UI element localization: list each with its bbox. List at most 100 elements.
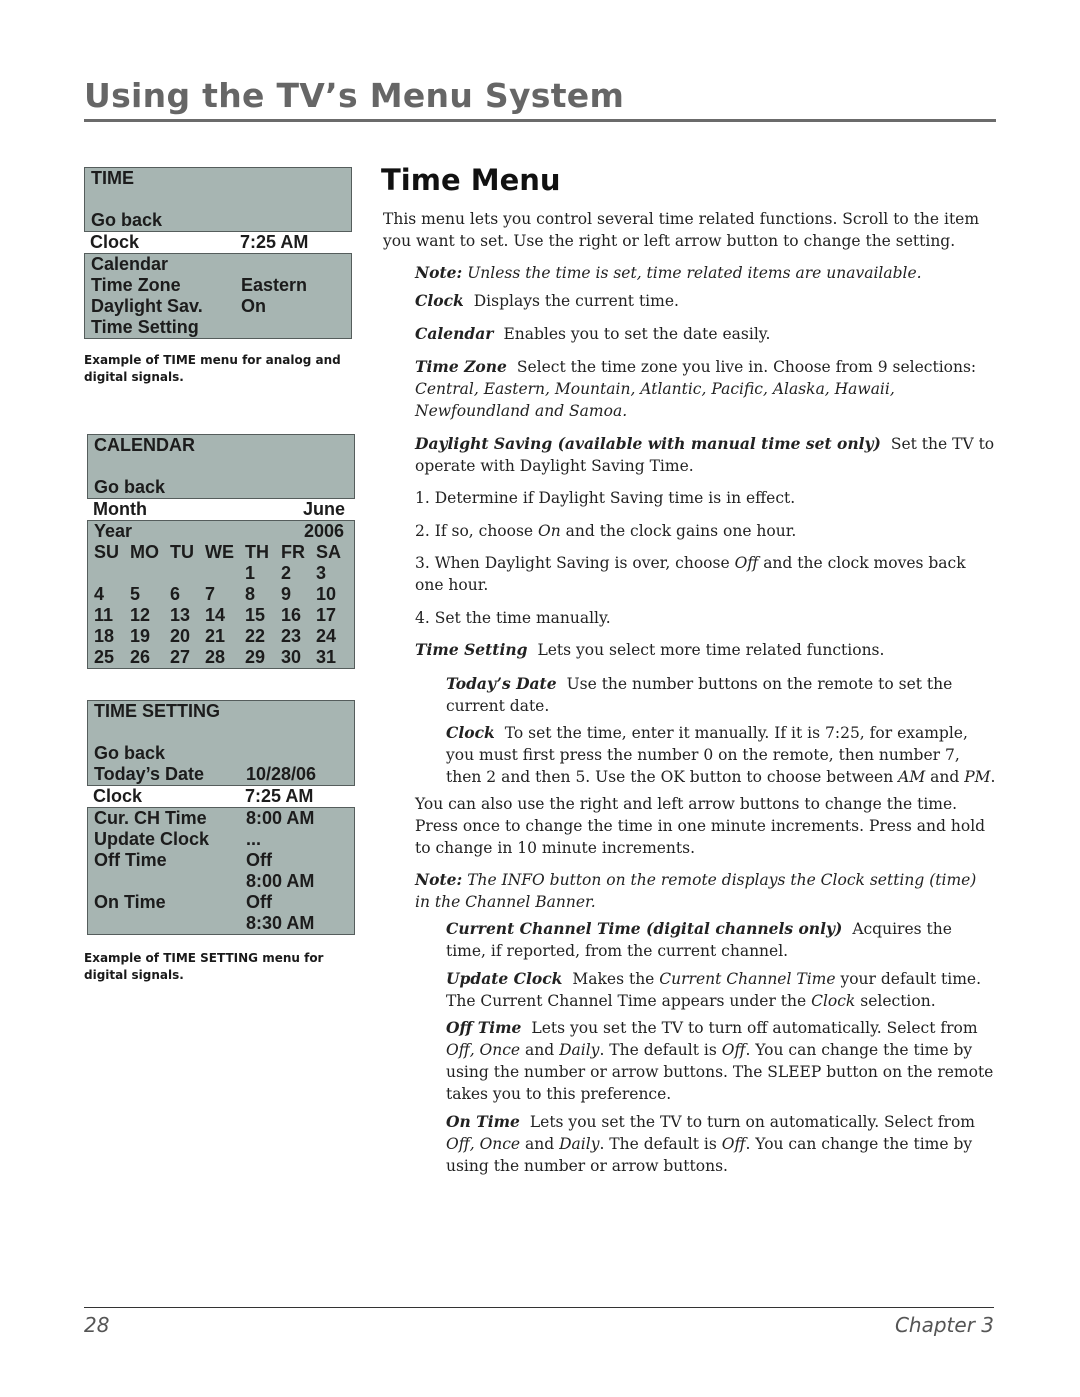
calendar-weekday-header: TU <box>170 542 194 562</box>
calendar-day-cell: 11 <box>94 605 114 625</box>
calendar-day-cell <box>205 563 245 584</box>
calendar-grid: SU MO TU WE TH FR SA 1 2 3 4 5 6 7 8 9 10 11 12 13 14 15 16 17 1… <box>88 542 354 668</box>
menu-row-year: Year 2006 <box>94 521 344 541</box>
calendar-day-cell: 16 <box>281 605 302 625</box>
menu-row-on-time-value: 8:30 AM <box>246 913 315 933</box>
time-setting-description: Time Setting Lets you select more time re… <box>415 640 885 659</box>
time-menu-top: TIME Go back <box>84 167 352 232</box>
time-setting-menu-example: TIME SETTING Go back Today’s Date 10/28/0… <box>87 700 355 935</box>
menu-row-on-time: On Time Off <box>94 892 272 912</box>
calendar-day-cell: 10 <box>316 584 337 604</box>
calendar-weekday-header: MO <box>130 542 159 562</box>
menu-title: TIME <box>91 168 134 188</box>
note-unavailable: Note: Unless the time is set, time relat… <box>415 263 922 282</box>
calendar-day-cell: 15 <box>245 605 266 625</box>
calendar-day-cell: 24 <box>316 626 337 646</box>
chapter-label: Chapter 3 <box>894 1313 994 1337</box>
page-number: 28 <box>84 1313 110 1337</box>
calendar-day-cell: 2 <box>281 563 292 583</box>
calendar-day-cell: 29 <box>245 647 266 667</box>
step-1: 1. Determine if Daylight Saving time is … <box>415 489 796 507</box>
menu-row-calendar: Calendar <box>91 254 169 274</box>
calendar-menu-bottom: Year 2006 SU MO TU WE TH FR SA 1 2 3 4 5 6 7 8 9 10 11 12 13… <box>87 520 355 669</box>
menu-row-update-clock: Update Clock... <box>94 829 262 849</box>
step-2: 2. If so, choose On and the clock gains … <box>415 522 797 540</box>
calendar-day-cell: 5 <box>130 584 141 604</box>
menu-row-cur-ch-time: Cur. CH Time 8:00 AM <box>94 808 315 828</box>
time-menu-caption: Example of TIME menu for analog and digi… <box>84 353 341 384</box>
footer-rule <box>84 1307 994 1308</box>
time-zone-description: Time Zone Select the time zone you live i… <box>415 357 977 420</box>
calendar-day-cell: 25 <box>94 647 115 667</box>
on-time-description: On Time Lets you set the TV to turn on au… <box>446 1112 975 1175</box>
menu-row-clock-selected: Clock 7:25 AM <box>84 232 352 253</box>
header-rule <box>84 119 996 122</box>
menu-row-go-back: Go back <box>94 477 166 497</box>
update-clock-description: Update Clock Makes the Current Channel Ti… <box>446 969 982 1010</box>
calendar-weekday-header: TH <box>245 542 269 562</box>
calendar-weekday-header: WE <box>205 542 234 562</box>
calendar-day-cell: 19 <box>130 626 151 646</box>
calendar-day-cell: 21 <box>205 626 226 646</box>
clock-setting-description: Clock To set the time, enter it manually.… <box>446 723 996 786</box>
calendar-day-cell: 8 <box>245 584 256 604</box>
step-3: 3. When Daylight Saving is over, choose … <box>415 554 966 594</box>
calendar-day-cell <box>170 563 205 584</box>
arrow-buttons-paragraph: You can also use the right and left arro… <box>415 795 986 857</box>
calendar-day-cell: 20 <box>170 626 191 646</box>
menu-row-time-setting: Time Setting <box>91 317 199 337</box>
calendar-day-cell: 6 <box>170 584 181 604</box>
menu-row-daylight: Daylight Sav. On <box>91 296 266 316</box>
menu-row-go-back: Go back <box>91 210 163 230</box>
calendar-day-cell: 17 <box>316 605 337 625</box>
off-time-description: Off Time Lets you set the TV to turn off … <box>446 1018 994 1103</box>
menu-title: CALENDAR <box>94 435 195 455</box>
calendar-weekday-header: FR <box>281 542 305 562</box>
calendar-day-cell: 31 <box>316 647 337 667</box>
calendar-day-cell: 1 <box>245 563 256 583</box>
current-channel-time-description: Current Channel Time (digital channels o… <box>446 919 952 960</box>
calendar-day-cell: 14 <box>205 605 226 625</box>
section-title: Time Menu <box>381 163 561 197</box>
clock-description: Clock Displays the current time. <box>415 291 679 310</box>
calendar-description: Calendar Enables you to set the date easi… <box>415 324 771 343</box>
menu-row-todays-date: Today’s Date 10/28/06 <box>94 764 317 784</box>
menu-row-go-back: Go back <box>94 743 166 763</box>
calendar-day-cell: 22 <box>245 626 266 646</box>
calendar-day-cell: 30 <box>281 647 302 667</box>
calendar-day-cell: 18 <box>94 626 115 646</box>
menu-row-time-zone: Time Zone Eastern <box>91 275 308 295</box>
calendar-day-cell <box>130 563 170 584</box>
calendar-menu-example: CALENDAR Go back Month June Year 2006 SU MO… <box>87 434 355 669</box>
calendar-day-cell: 3 <box>316 563 327 583</box>
calendar-day-cell: 13 <box>170 605 191 625</box>
time-menu-bottom: Calendar Time Zone Eastern Daylight Sav. O… <box>84 253 352 339</box>
menu-row-month-selected: Month June <box>87 499 355 520</box>
note-info-button: Note: The INFO button on the remote disp… <box>415 870 977 911</box>
calendar-day-cell: 23 <box>281 626 302 646</box>
calendar-day-cell: 12 <box>130 605 151 625</box>
menu-row-clock-selected: Clock 7:25 AM <box>87 786 355 807</box>
calendar-menu-top: CALENDAR Go back <box>87 434 355 499</box>
calendar-day-cell: 27 <box>170 647 191 667</box>
daylight-saving-description: Daylight Saving (available with manual t… <box>415 434 995 475</box>
menu-title: TIME SETTING <box>94 701 220 721</box>
calendar-day-cell: 4 <box>94 584 105 604</box>
calendar-day-cell: 26 <box>130 647 151 667</box>
menu-row-off-time-value: 8:00 AM <box>246 871 315 891</box>
time-setting-menu-caption: Example of TIME SETTING menu for digital… <box>84 951 324 982</box>
calendar-day-cell: 28 <box>205 647 226 667</box>
step-4: 4. Set the time manually. <box>415 609 611 627</box>
calendar-day-cell <box>94 563 130 584</box>
calendar-weekday-header: SU <box>94 542 120 562</box>
menu-row-off-time: Off Time Off <box>94 850 272 870</box>
calendar-day-cell: 7 <box>205 584 216 604</box>
intro-paragraph: This menu lets you control several time … <box>383 210 980 250</box>
time-menu-example: TIME Go back Clock 7:25 AM Calendar Time … <box>84 167 352 339</box>
page-header-title: Using the TV’s Menu System <box>84 76 625 115</box>
time-setting-menu-top: TIME SETTING Go back Today’s Date 10/28/0… <box>87 700 355 786</box>
time-setting-menu-bottom: Cur. CH Time 8:00 AM Update Clock... Off … <box>87 807 355 935</box>
todays-date-description: Today’s Date Use the number buttons on th… <box>446 674 953 715</box>
calendar-day-cell: 9 <box>281 584 292 604</box>
calendar-weekday-header: SA <box>316 542 342 562</box>
